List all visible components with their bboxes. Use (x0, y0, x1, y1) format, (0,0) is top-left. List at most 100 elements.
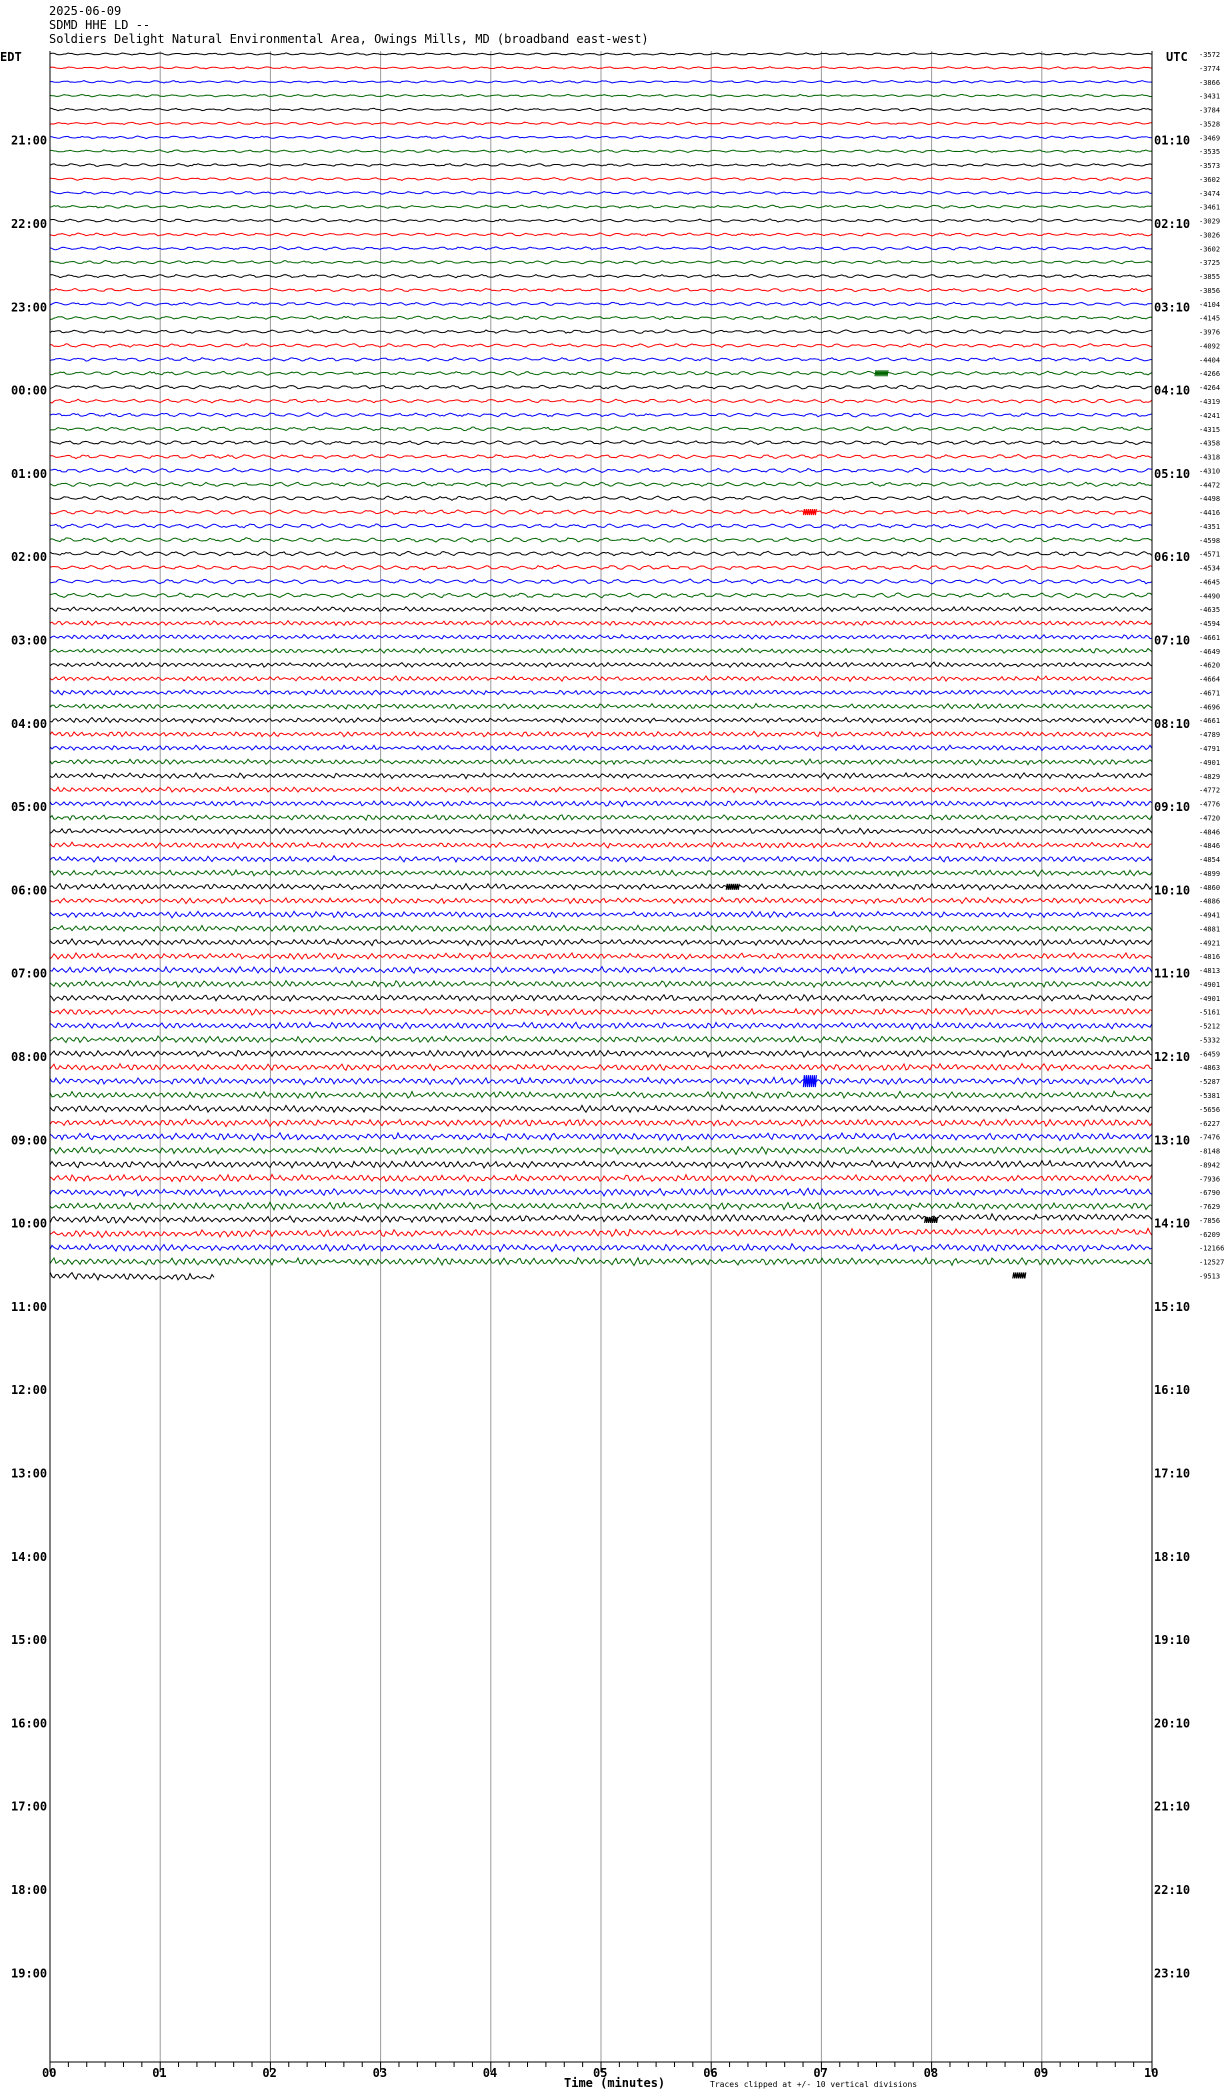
edt-hour-label: 09:00 (11, 1133, 47, 1147)
trace-offset-label: -7936 (1199, 1175, 1220, 1183)
trace-line (49, 1271, 215, 1281)
trace-offset-label: -3602 (1199, 245, 1220, 253)
x-tick-label: 07 (813, 2066, 827, 2080)
trace-offset-label: -7629 (1199, 1203, 1220, 1211)
trace-offset-label: -3784 (1199, 107, 1220, 115)
trace-offset-label: -4789 (1199, 731, 1220, 739)
trace-offset-label: -4145 (1199, 315, 1220, 323)
utc-hour-label: 11:10 (1154, 967, 1190, 981)
trace-offset-label: -4829 (1199, 773, 1220, 781)
utc-hour-label: 15:10 (1154, 1300, 1190, 1314)
trace-offset-label: -3866 (1199, 79, 1220, 87)
trace-offset-label: -4649 (1199, 648, 1220, 656)
utc-hour-label: 04:10 (1154, 384, 1190, 398)
x-axis-label: Time (minutes) (564, 2076, 665, 2090)
trace-offset-label: -3774 (1199, 65, 1220, 73)
trace-offset-label: -4490 (1199, 592, 1220, 600)
trace-offset-label: -4318 (1199, 454, 1220, 462)
trace-offset-label: -3573 (1199, 162, 1220, 170)
trace-offset-label: -4671 (1199, 689, 1220, 697)
x-tick-label: 04 (483, 2066, 497, 2080)
trace-offset-label: -4266 (1199, 370, 1220, 378)
edt-hour-label: 22:00 (11, 217, 47, 231)
trace-offset-label: -3855 (1199, 273, 1220, 281)
trace-offset-label: -4813 (1199, 967, 1220, 975)
trace-offset-label: -4661 (1199, 634, 1220, 642)
trace-offset-label: -3602 (1199, 176, 1220, 184)
utc-hour-label: 21:10 (1154, 1800, 1190, 1814)
trace-offset-label: -8148 (1199, 1148, 1220, 1156)
trace-offset-label: -3725 (1199, 259, 1220, 267)
event-group (725, 370, 1027, 1279)
trace-offset-label: -4881 (1199, 925, 1220, 933)
trace-offset-label: -4264 (1199, 384, 1220, 392)
trace-offset-label: -4319 (1199, 398, 1220, 406)
trace-offset-label: -4358 (1199, 440, 1220, 448)
trace-offset-label: -4498 (1199, 495, 1220, 503)
utc-hour-label: 23:10 (1154, 1966, 1190, 1980)
trace-offset-label: -4351 (1199, 523, 1220, 531)
trace-offset-label: -3469 (1199, 134, 1220, 142)
edt-hour-label: 18:00 (11, 1883, 47, 1897)
edt-hour-label: 05:00 (11, 800, 47, 814)
trace-offset-label: -6227 (1199, 1120, 1220, 1128)
trace-offset-label: -3528 (1199, 120, 1220, 128)
trace-offset-label: -4772 (1199, 787, 1220, 795)
trace-offset-label: -4664 (1199, 676, 1220, 684)
edt-hour-label: 11:00 (11, 1300, 47, 1314)
trace-offset-label: -4092 (1199, 342, 1220, 350)
utc-hour-label: 08:10 (1154, 717, 1190, 731)
trace-offset-label: -9513 (1199, 1272, 1220, 1280)
utc-hour-label: 13:10 (1154, 1133, 1190, 1147)
trace-offset-label: -6790 (1199, 1189, 1220, 1197)
utc-hour-label: 01:10 (1154, 134, 1190, 148)
x-tick-label: 00 (42, 2066, 56, 2080)
trace-offset-label: -12166 (1199, 1245, 1224, 1253)
edt-hour-label: 21:00 (11, 134, 47, 148)
trace-offset-label: -5161 (1199, 1009, 1220, 1017)
edt-hour-label: 12:00 (11, 1383, 47, 1397)
trace-offset-label: -4901 (1199, 981, 1220, 989)
utc-axis-label: UTC (1166, 50, 1188, 64)
trace-offset-label: -3856 (1199, 287, 1220, 295)
trace-offset-label: -3026 (1199, 231, 1220, 239)
trace-offset-label: -8942 (1199, 1161, 1220, 1169)
trace-offset-label: -4901 (1199, 759, 1220, 767)
edt-hour-label: 19:00 (11, 1966, 47, 1980)
edt-hour-label: 23:00 (11, 300, 47, 314)
trace-offset-label: -4598 (1199, 537, 1220, 545)
edt-hour-label: 17:00 (11, 1800, 47, 1814)
edt-hour-label: 14:00 (11, 1550, 47, 1564)
trace-offset-label: -5656 (1199, 1106, 1220, 1114)
x-tick-label: 02 (262, 2066, 276, 2080)
trace-offset-label: -4645 (1199, 578, 1220, 586)
trace-offset-label: -4791 (1199, 745, 1220, 753)
trace-offset-label: -4472 (1199, 481, 1220, 489)
utc-hour-label: 12:10 (1154, 1050, 1190, 1064)
utc-hour-label: 18:10 (1154, 1550, 1190, 1564)
utc-hour-label: 06:10 (1154, 550, 1190, 564)
trace-offset-label: -4571 (1199, 551, 1220, 559)
trace-offset-label: -4901 (1199, 995, 1220, 1003)
trace-offset-label: -4899 (1199, 870, 1220, 878)
trace-offset-label: -12527 (1199, 1259, 1224, 1267)
trace-offset-label: -5212 (1199, 1023, 1220, 1031)
edt-hour-label: 10:00 (11, 1217, 47, 1231)
edt-hour-label: 00:00 (11, 384, 47, 398)
trace-offset-label: -7476 (1199, 1134, 1220, 1142)
trace-offset-label: -4594 (1199, 620, 1220, 628)
trace-offset-label: -4846 (1199, 828, 1220, 836)
seismogram-plot: -3572 -3774 -3866 -3431 -3784 -3528 -3469 -3535… (0, 50, 1224, 2090)
footnote: Traces clipped at +/- 10 vertical divisi… (710, 2080, 917, 2089)
edt-hour-label: 04:00 (11, 717, 47, 731)
utc-hour-label: 07:10 (1154, 634, 1190, 648)
utc-hour-label: 03:10 (1154, 300, 1190, 314)
edt-hour-label: 03:00 (11, 634, 47, 648)
edt-hour-label: 02:00 (11, 550, 47, 564)
trace-offset-label: -4241 (1199, 412, 1220, 420)
minute-gridlines (159, 51, 1043, 2062)
trace-offset-label: -4941 (1199, 912, 1220, 920)
edt-axis-label: EDT (0, 50, 22, 64)
event-mark (725, 883, 740, 890)
utc-hour-label: 19:10 (1154, 1633, 1190, 1647)
